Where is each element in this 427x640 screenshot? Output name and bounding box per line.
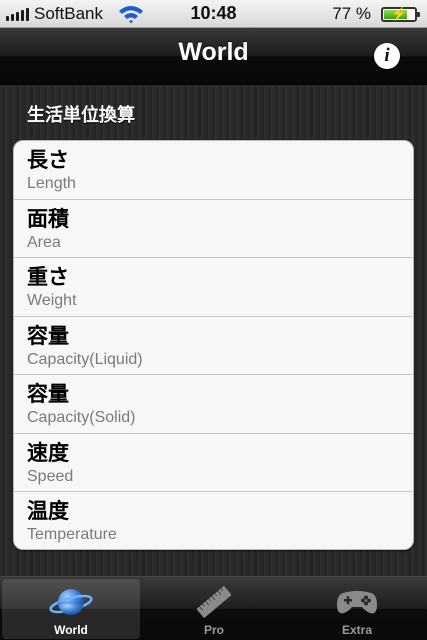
list-item-temperature[interactable]: 温度 Temperature — [14, 492, 413, 549]
list-item-subtitle: Area — [27, 233, 61, 251]
battery-percent: 77 % — [332, 4, 371, 23]
app-screen: SoftBank 10:48 77 % ⚡ World i 生活単位換算 長さ … — [0, 0, 427, 640]
list-item-title: 容量 — [27, 382, 69, 406]
tab-bar: World Pro Extra — [0, 576, 427, 640]
tab-label: Extra — [341, 623, 373, 637]
list-item-capacity-liquid[interactable]: 容量 Capacity(Liquid) — [14, 317, 413, 375]
tab-pro[interactable]: Pro — [145, 579, 283, 639]
navigation-bar: World i — [0, 28, 427, 85]
list-item-subtitle: Speed — [27, 467, 74, 485]
list-item-title: 長さ — [27, 148, 69, 172]
list-item-weight[interactable]: 重さ Weight — [14, 258, 413, 317]
tab-label: World — [54, 623, 88, 637]
page-title: World — [178, 38, 249, 66]
list-item-subtitle: Capacity(Solid) — [27, 409, 136, 426]
list-item-subtitle: Weight — [27, 292, 77, 309]
list-item-title: 重さ — [27, 265, 69, 289]
section-header: 生活単位換算 — [27, 105, 135, 126]
status-bar: SoftBank 10:48 77 % ⚡ — [0, 0, 427, 28]
tab-extra[interactable]: Extra — [288, 579, 426, 639]
list-item-subtitle: Capacity(Liquid) — [27, 350, 143, 368]
list-item-subtitle: Length — [27, 175, 76, 192]
list-item-speed[interactable]: 速度 Speed — [14, 434, 413, 492]
ruler-icon — [196, 586, 232, 618]
info-button[interactable]: i — [374, 43, 400, 69]
list-item-length[interactable]: 長さ Length — [14, 141, 413, 200]
list-item-capacity-solid[interactable]: 容量 Capacity(Solid) — [14, 375, 413, 434]
tab-label: Pro — [203, 623, 224, 637]
battery-icon: ⚡ — [381, 6, 420, 22]
list-item-title: 容量 — [27, 323, 69, 348]
list-item-title: 温度 — [27, 499, 69, 523]
planet-icon — [49, 589, 93, 615]
charging-bolt-icon: ⚡ — [391, 6, 408, 21]
list-item-title: 速度 — [27, 440, 69, 465]
unit-category-list: 長さ Length 面積 Area 重さ Weight 容量 Capacity(… — [13, 140, 414, 550]
list-item-subtitle: Temperature — [27, 526, 117, 543]
gamepad-icon — [337, 591, 377, 614]
list-item-title: 面積 — [27, 206, 69, 231]
tab-world[interactable]: World — [2, 579, 140, 639]
list-item-area[interactable]: 面積 Area — [14, 200, 413, 258]
